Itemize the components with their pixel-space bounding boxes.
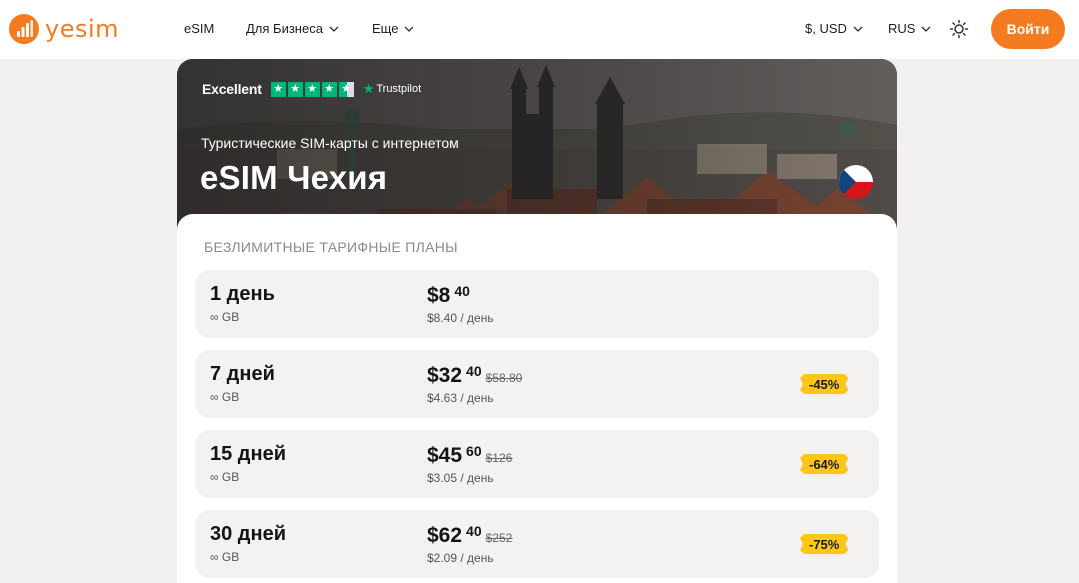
- price-cents: 40: [466, 523, 482, 539]
- discount-badge: -75%: [800, 534, 848, 554]
- yesim-logo[interactable]: yesim: [9, 14, 119, 44]
- discount-badge: -45%: [800, 374, 848, 394]
- plan-data: ∞ GB: [210, 550, 240, 564]
- price-main: $45: [427, 444, 463, 467]
- nav-more[interactable]: Еще: [372, 21, 415, 36]
- plan-price: $62 40 $252: [427, 524, 512, 548]
- login-button[interactable]: Войти: [991, 9, 1065, 49]
- plan-row-15-days[interactable]: 15 дней ∞ GB $45 60 $126 $3.05 / день -6…: [195, 430, 879, 498]
- price-main: $62: [427, 524, 463, 547]
- price-main: $32: [427, 364, 463, 387]
- plan-price: $32 40 $58.80: [427, 364, 522, 388]
- czech-flag-icon: [839, 165, 873, 199]
- sun-icon[interactable]: [949, 19, 969, 39]
- trustpilot-brand-text: Trustpilot: [376, 83, 422, 95]
- plan-row-30-days[interactable]: 30 дней ∞ GB $62 40 $252 $2.09 / день -7…: [195, 510, 879, 578]
- currency-selector[interactable]: $, USD: [805, 21, 864, 36]
- rating-label: Excellent: [202, 81, 262, 97]
- chevron-down-icon: [403, 23, 415, 35]
- star-icon: ★: [270, 81, 286, 97]
- price-per-day: $4.63 / день: [427, 391, 494, 405]
- price-per-day: $8.40 / день: [427, 311, 494, 325]
- trustpilot-star-icon: ★: [362, 81, 375, 96]
- plan-name: 30 дней: [210, 523, 286, 545]
- plan-data: ∞ GB: [210, 310, 240, 324]
- page-title: eSIM Чехия: [200, 159, 388, 196]
- nav-business[interactable]: Для Бизнеса: [246, 21, 340, 36]
- plan-row-1-day[interactable]: 1 день ∞ GB $8 40 $8.40 / день: [195, 270, 879, 338]
- rating-stars: ★ ★ ★ ★ ★: [270, 81, 356, 97]
- plan-data: ∞ GB: [210, 390, 240, 404]
- price-main: $8: [427, 284, 451, 307]
- hero-subtitle: Туристические SIM-карты с интернетом: [201, 135, 459, 151]
- old-price: $58.80: [485, 371, 523, 385]
- plan-name: 1 день: [210, 283, 275, 305]
- half-star-icon: ★: [338, 81, 354, 97]
- top-header: yesim eSIM Для Бизнеса Еще $, USD RUS Во…: [0, 0, 1079, 59]
- plan-name: 15 дней: [210, 443, 286, 465]
- plan-row-7-days[interactable]: 7 дней ∞ GB $32 40 $58.80 $4.63 / день -…: [195, 350, 879, 418]
- discount-badge: -64%: [800, 454, 848, 474]
- old-price: $126: [485, 451, 513, 465]
- price-per-day: $3.05 / день: [427, 471, 494, 485]
- chevron-down-icon: [328, 23, 340, 35]
- plan-price: $45 60 $126: [427, 444, 512, 468]
- plan-data: ∞ GB: [210, 470, 240, 484]
- currency-label: $, USD: [805, 21, 847, 36]
- logo-signal-icon: [9, 14, 39, 44]
- old-price: $252: [485, 531, 513, 545]
- nav-more-label: Еще: [372, 21, 399, 36]
- price-cents: 40: [454, 283, 470, 299]
- chevron-down-icon: [920, 23, 932, 35]
- nav-esim-label: eSIM: [184, 21, 215, 36]
- logo-text: yesim: [45, 15, 120, 43]
- language-selector[interactable]: RUS: [888, 21, 932, 36]
- language-label: RUS: [888, 21, 916, 36]
- star-icon: ★: [287, 81, 303, 97]
- star-icon: ★: [304, 81, 320, 97]
- price-cents: 40: [466, 363, 482, 379]
- nav-esim[interactable]: eSIM: [184, 21, 214, 36]
- section-title: БЕЗЛИМИТНЫЕ ТАРИФНЫЕ ПЛАНЫ: [204, 239, 458, 255]
- plan-price: $8 40: [427, 284, 470, 308]
- hero-banner: Excellent ★ ★ ★ ★ ★ ★ Trustpilot Туристи…: [177, 59, 897, 239]
- price-cents: 60: [466, 443, 482, 459]
- price-per-day: $2.09 / день: [427, 551, 494, 565]
- trustpilot-logo: ★ Trustpilot: [363, 81, 421, 97]
- plans-card: БЕЗЛИМИТНЫЕ ТАРИФНЫЕ ПЛАНЫ 1 день ∞ GB $…: [177, 214, 897, 583]
- plan-name: 7 дней: [210, 363, 275, 385]
- chevron-down-icon: [852, 23, 864, 35]
- star-icon: ★: [321, 81, 337, 97]
- nav-business-label: Для Бизнеса: [246, 21, 323, 36]
- trustpilot-rating[interactable]: Excellent ★ ★ ★ ★ ★ ★ Trustpilot: [202, 81, 421, 97]
